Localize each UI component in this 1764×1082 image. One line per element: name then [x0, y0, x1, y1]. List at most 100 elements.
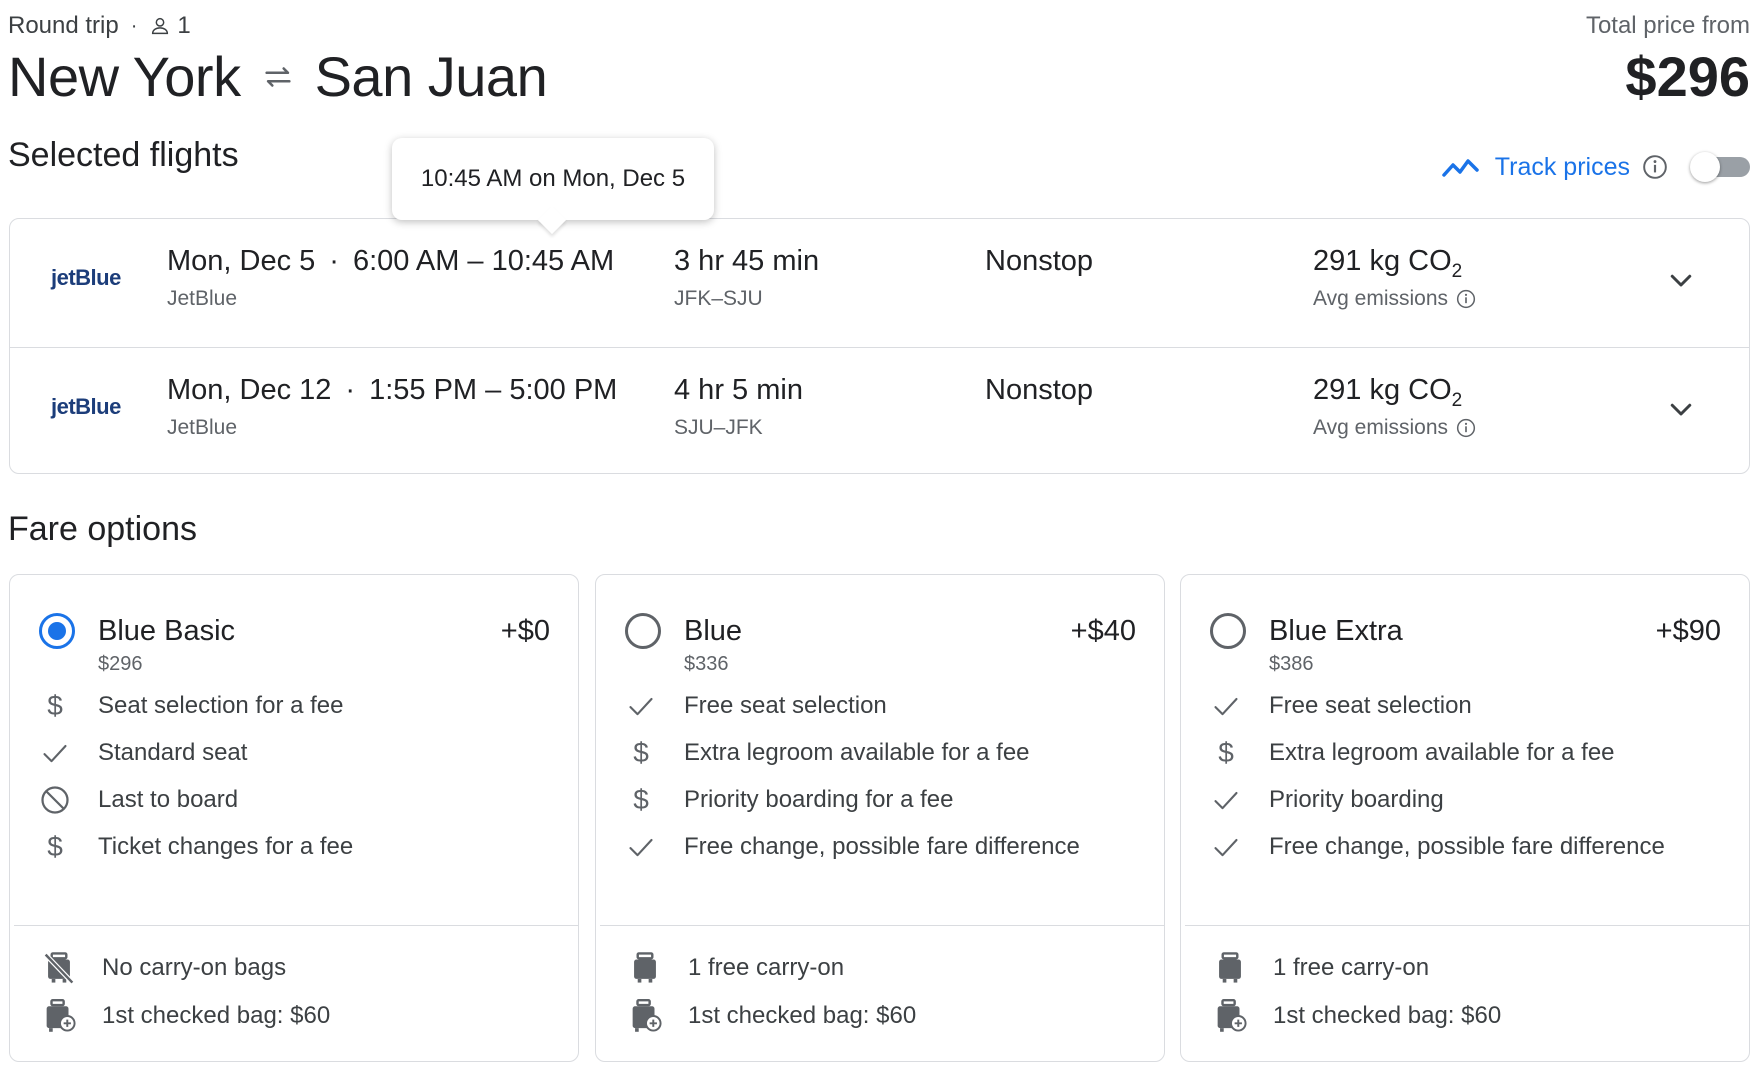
co2-value: 291 kg CO [1313, 245, 1452, 277]
carry-on-icon [630, 951, 660, 985]
trip-type[interactable]: Round trip [8, 12, 119, 40]
track-prices: Track prices [1441, 152, 1750, 182]
flight-times: 1:55 PM – 5:00 PM [369, 374, 618, 406]
person-icon[interactable] [149, 15, 171, 37]
baggage-text: 1st checked bag: $60 [688, 1002, 917, 1029]
checked-bag-icon [1215, 999, 1247, 1033]
baggage-text: 1st checked bag: $60 [102, 1002, 331, 1029]
fare-radio[interactable] [1210, 613, 1246, 649]
baggage-text: 1 free carry-on [688, 954, 845, 981]
origin-city: New York [8, 45, 241, 108]
track-prices-toggle[interactable] [1690, 152, 1750, 182]
passenger-count[interactable]: 1 [177, 12, 190, 40]
fare-feature: Free seat selection [626, 691, 887, 721]
separator-dot: · [345, 374, 356, 406]
checked-bag-icon [44, 999, 76, 1033]
emissions: Avg emissions [1313, 416, 1476, 440]
check-icon [40, 738, 70, 768]
fare-feature: $ Extra legroom available for a fee [1211, 737, 1615, 768]
co2-subscript: 2 [1451, 389, 1463, 411]
fare-feature: Free seat selection [1211, 691, 1472, 721]
fare-card-blue-basic[interactable]: Blue Basic $296 +$0 $ Seat selection for a f… [9, 574, 579, 1062]
fare-feature-text: Extra legroom available for a fee [1269, 739, 1615, 766]
selected-flights-list: jetBlue Mon, Dec 5 · 6:00 AM – 10:45 AM Je… [9, 218, 1750, 474]
arrival-tooltip: 10:45 AM on Mon, Dec 5 [392, 138, 714, 220]
airline-logo: jetBlue [51, 394, 121, 419]
baggage-item: 1 free carry-on [630, 951, 844, 985]
fare-feature-text: Ticket changes for a fee [98, 833, 354, 860]
dollar-icon: $ [633, 737, 649, 768]
total-price-value: $296 [1625, 45, 1750, 108]
info-icon[interactable] [1642, 154, 1668, 180]
flight-date-times: Mon, Dec 12 · 1:55 PM – 5:00 PM [167, 374, 617, 407]
check-icon [626, 832, 656, 862]
flight-times: 6:00 AM – 10:45 AM [352, 245, 615, 277]
track-prices-label: Track prices [1494, 152, 1630, 181]
flight-date: Mon, Dec 12 [167, 374, 332, 406]
chevron-down-icon[interactable] [1666, 394, 1696, 424]
flight-route: SJU–JFK [674, 416, 763, 439]
baggage-item: 1 free carry-on [1215, 951, 1429, 985]
baggage-item: 1st checked bag: $60 [1215, 999, 1501, 1033]
co2-subscript: 2 [1451, 260, 1463, 282]
emissions-label: Avg emissions [1313, 416, 1449, 439]
fare-radio[interactable] [39, 613, 75, 649]
no-carry-on-icon [43, 951, 75, 985]
fare-feature-text: Last to board [98, 786, 239, 813]
fare-price-difference: +$90 [1655, 615, 1721, 647]
baggage-item: 1st checked bag: $60 [44, 999, 330, 1033]
divider [1185, 925, 1749, 926]
carry-on-icon [1215, 951, 1245, 985]
fare-feature-text: Extra legroom available for a fee [684, 739, 1030, 766]
tooltip-text: 10:45 AM on Mon, Dec 5 [420, 165, 686, 192]
fare-options-title: Fare options [8, 510, 197, 548]
emissions-label: Avg emissions [1313, 287, 1449, 310]
info-icon[interactable] [1456, 289, 1476, 309]
fare-price-difference: +$40 [1070, 615, 1136, 647]
fare-name: Blue Basic [98, 615, 236, 647]
fare-feature-text: Priority boarding [1269, 786, 1444, 813]
total-price: Total price from $296 [1586, 12, 1750, 109]
fare-feature: Free change, possible fare difference [1211, 832, 1665, 862]
fare-feature-text: Free seat selection [1269, 692, 1472, 719]
separator-dot: · [130, 14, 138, 37]
fare-feature: $ Priority boarding for a fee [626, 784, 954, 815]
fare-total: $336 [684, 653, 729, 675]
co2-value: 291 kg CO [1313, 374, 1452, 406]
fare-feature-text: Priority boarding for a fee [684, 786, 954, 813]
fare-feature-text: Free seat selection [684, 692, 887, 719]
flight-co2: 291 kg CO2 [1313, 245, 1462, 283]
flight-row-outbound[interactable]: jetBlue Mon, Dec 5 · 6:00 AM – 10:45 AM Je… [10, 219, 1749, 346]
airline-name: JetBlue [167, 416, 238, 439]
checked-bag-icon [630, 999, 662, 1033]
chevron-down-icon[interactable] [1666, 265, 1696, 295]
flight-row-return[interactable]: jetBlue Mon, Dec 12 · 1:55 PM – 5:00 PM Je… [10, 347, 1749, 474]
flight-stops: Nonstop [985, 245, 1094, 277]
fare-feature: Priority boarding [1211, 785, 1444, 815]
toggle-knob [1690, 152, 1720, 182]
total-price-label: Total price from [1585, 12, 1750, 39]
flight-date: Mon, Dec 5 [167, 245, 316, 277]
separator-dot: · [329, 245, 339, 277]
no-icon [40, 785, 70, 815]
check-icon [1211, 832, 1241, 862]
fare-radio[interactable] [625, 613, 661, 649]
trip-meta: Round trip · 1 [8, 12, 191, 40]
flight-date-times: Mon, Dec 5 · 6:00 AM – 10:45 AM [167, 245, 614, 278]
flight-route: JFK–SJU [674, 287, 763, 310]
emissions: Avg emissions [1313, 287, 1476, 311]
fare-options: Blue Basic $296 +$0 $ Seat selection for a f… [9, 574, 1750, 1064]
fare-total: $386 [1269, 653, 1314, 675]
dollar-icon: $ [47, 831, 63, 862]
check-icon [1211, 691, 1241, 721]
selected-flights-title: Selected flights [8, 136, 239, 174]
flight-duration: 3 hr 45 min [674, 245, 820, 277]
fare-card-blue-extra[interactable]: Blue Extra $386 +$90 Free seat selection $ Ex… [1180, 574, 1750, 1062]
flight-stops: Nonstop [985, 374, 1094, 406]
info-icon[interactable] [1456, 418, 1476, 438]
baggage-item: 1st checked bag: $60 [630, 999, 916, 1033]
fare-feature-text: Free change, possible fare difference [1269, 833, 1665, 860]
fare-card-blue[interactable]: Blue $336 +$40 Free seat selection $ Extra le… [595, 574, 1165, 1062]
fare-feature: $ Ticket changes for a fee [40, 831, 354, 862]
fare-feature-text: Standard seat [98, 739, 248, 766]
